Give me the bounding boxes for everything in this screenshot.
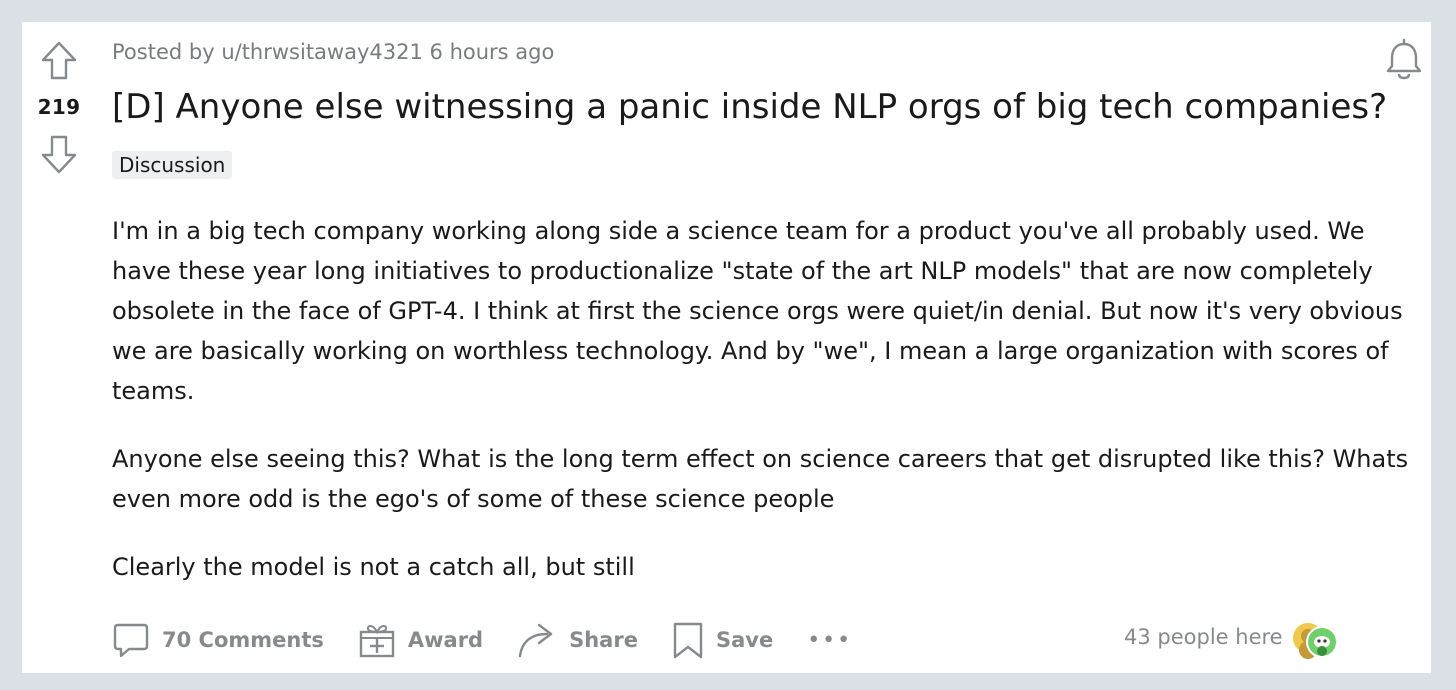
save-label: Save xyxy=(715,628,774,652)
award-button[interactable]: Award xyxy=(358,621,483,659)
more-options-button[interactable]: ••• xyxy=(807,628,852,653)
author-link[interactable]: u/thrwsitaway4321 xyxy=(221,40,423,64)
notification-button[interactable] xyxy=(1384,38,1424,80)
award-label: Award xyxy=(407,628,484,652)
post-time: 6 hours ago xyxy=(429,40,555,64)
flair-badge[interactable]: Discussion xyxy=(112,151,233,179)
bell-icon xyxy=(1386,38,1422,80)
bookmark-icon xyxy=(673,622,703,659)
comments-button[interactable]: 70 Comments xyxy=(112,621,324,659)
arrow-down-outline-icon xyxy=(41,135,77,174)
comment-bubble-icon xyxy=(113,623,149,658)
post-meta: Posted by u/thrwsitaway4321 6 hours ago xyxy=(112,40,554,64)
save-button[interactable]: Save xyxy=(672,621,773,659)
upvote-button[interactable] xyxy=(40,41,78,81)
body-paragraph: Anyone else seeing this? What is the lon… xyxy=(112,445,1409,513)
vote-score: 219 xyxy=(37,95,81,119)
body-paragraph: Clearly the model is not a catch all, bu… xyxy=(112,553,635,581)
share-button[interactable]: Share xyxy=(517,621,638,659)
share-arrow-icon xyxy=(518,623,553,658)
share-label: Share xyxy=(569,628,638,652)
downvote-button[interactable] xyxy=(40,134,78,174)
gift-icon xyxy=(359,625,395,658)
post-card: 219 Posted by u/thrwsitaway4321 6 hours … xyxy=(22,22,1431,673)
action-bar: 70 Comments Award Share Save ••• xyxy=(112,618,852,662)
people-here-count: 43 people here xyxy=(1124,625,1283,649)
body-paragraph: I'm in a big tech company working along … xyxy=(112,217,1403,405)
comments-count-label: 70 Comments xyxy=(162,628,324,652)
meta-prefix: Posted by xyxy=(112,40,215,64)
post-title[interactable]: [D] Anyone else witnessing a panic insid… xyxy=(112,84,1412,130)
post-body: I'm in a big tech company working along … xyxy=(112,211,1412,615)
avatar-group xyxy=(1292,620,1356,660)
avatar-icon xyxy=(1293,623,1338,659)
arrow-up-outline-icon xyxy=(41,41,77,80)
